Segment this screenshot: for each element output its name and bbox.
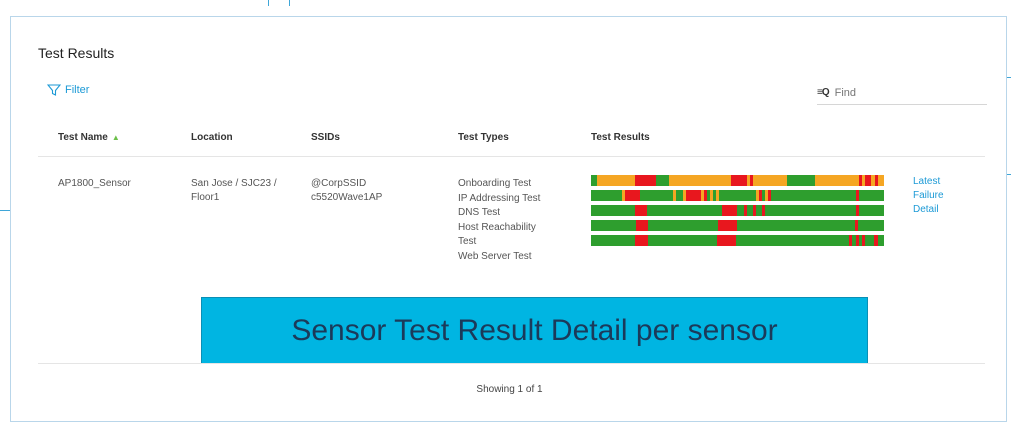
result-segment — [753, 175, 788, 186]
result-segment — [634, 205, 648, 216]
result-segment — [735, 235, 850, 246]
location-line: San Jose / SJC23 / — [191, 178, 277, 189]
column-header-ssids[interactable]: SSIDs — [311, 132, 340, 143]
result-bar-2[interactable] — [591, 190, 884, 201]
filter-icon — [47, 84, 61, 96]
result-segment — [716, 235, 736, 246]
result-segment — [877, 175, 884, 186]
ssid-item: c5520Wave1AP — [311, 192, 383, 203]
result-segment — [721, 205, 738, 216]
location-line: Floor1 — [191, 192, 220, 203]
test-type-item: DNS Test — [458, 207, 501, 218]
result-segment — [765, 205, 856, 216]
find-input[interactable] — [834, 86, 955, 99]
result-segment — [639, 190, 674, 201]
result-segment — [877, 235, 884, 246]
result-segment — [770, 190, 857, 201]
result-bar-3[interactable] — [591, 205, 884, 216]
test-name-cell: AP1800_Sensor — [58, 178, 131, 189]
test-type-item: Test — [458, 236, 477, 247]
test-type-item: Web Server Test — [458, 250, 532, 262]
test-results-panel: Test Results Filter ≡Q Test Name▲ Locati… — [10, 16, 1007, 422]
result-segment — [647, 205, 722, 216]
result-segment — [864, 235, 875, 246]
result-segment — [859, 190, 884, 201]
result-segment — [648, 220, 719, 231]
sort-ascending-icon: ▲ — [111, 133, 120, 142]
ssids-cell: @CorpSSID c5520Wave1AP — [311, 177, 382, 205]
column-header-test-results[interactable]: Test Results — [591, 132, 650, 143]
test-types-cell: Onboarding Test IP Addressing Test DNS T… — [458, 177, 540, 264]
pagination-status: Showing 1 of 1 — [476, 384, 543, 395]
result-segment — [737, 220, 856, 231]
test-type-item: Onboarding Test — [458, 178, 532, 189]
result-segment — [647, 235, 717, 246]
ssid-item: @CorpSSID — [311, 178, 367, 189]
result-segment — [656, 175, 669, 186]
link-line: Detail — [913, 204, 939, 215]
result-segment — [624, 190, 640, 201]
test-type-item: IP Addressing Test — [458, 192, 541, 204]
link-line: Latest — [913, 176, 941, 187]
result-segment — [635, 235, 648, 246]
filter-label: Filter — [65, 84, 90, 96]
result-segment — [635, 220, 649, 231]
result-segment — [718, 220, 738, 231]
result-bar-1[interactable] — [591, 175, 884, 186]
column-header-test-types[interactable]: Test Types — [458, 132, 509, 143]
find-search-icon: ≡Q — [817, 87, 830, 98]
latest-failure-detail-link[interactable]: Latest Failure Detail — [913, 175, 944, 217]
tab-edge-right — [289, 0, 290, 6]
result-segment — [668, 175, 732, 186]
result-segment — [685, 190, 701, 201]
result-bar-4[interactable] — [591, 220, 884, 231]
result-segment — [858, 220, 884, 231]
result-segment — [858, 205, 884, 216]
filter-button[interactable]: Filter — [47, 83, 89, 97]
page-title: Test Results — [38, 45, 115, 61]
tab-edge-left — [268, 0, 269, 6]
result-segment — [591, 235, 636, 246]
find-box: ≡Q — [817, 81, 987, 105]
result-segment — [591, 205, 635, 216]
column-header-label: Test Name — [58, 132, 108, 143]
header-divider — [38, 156, 985, 157]
test-type-item: Host Reachability — [458, 221, 536, 233]
top-strip — [0, 0, 1011, 16]
result-segment — [719, 190, 756, 201]
result-segment — [787, 175, 816, 186]
annotation-banner: Sensor Test Result Detail per sensor — [201, 297, 868, 364]
column-header-test-name[interactable]: Test Name ▲ — [58, 132, 120, 143]
result-segment — [634, 175, 657, 186]
result-bar-5[interactable] — [591, 235, 884, 246]
column-header-location[interactable]: Location — [191, 132, 233, 143]
footer-divider — [38, 363, 985, 364]
result-segment — [597, 175, 635, 186]
result-segment — [591, 190, 622, 201]
result-segment — [591, 220, 636, 231]
result-segment — [815, 175, 859, 186]
link-line: Failure — [913, 190, 944, 201]
result-segment — [731, 175, 747, 186]
test-results-bars[interactable] — [591, 175, 884, 250]
location-cell: San Jose / SJC23 / Floor1 — [191, 177, 301, 205]
